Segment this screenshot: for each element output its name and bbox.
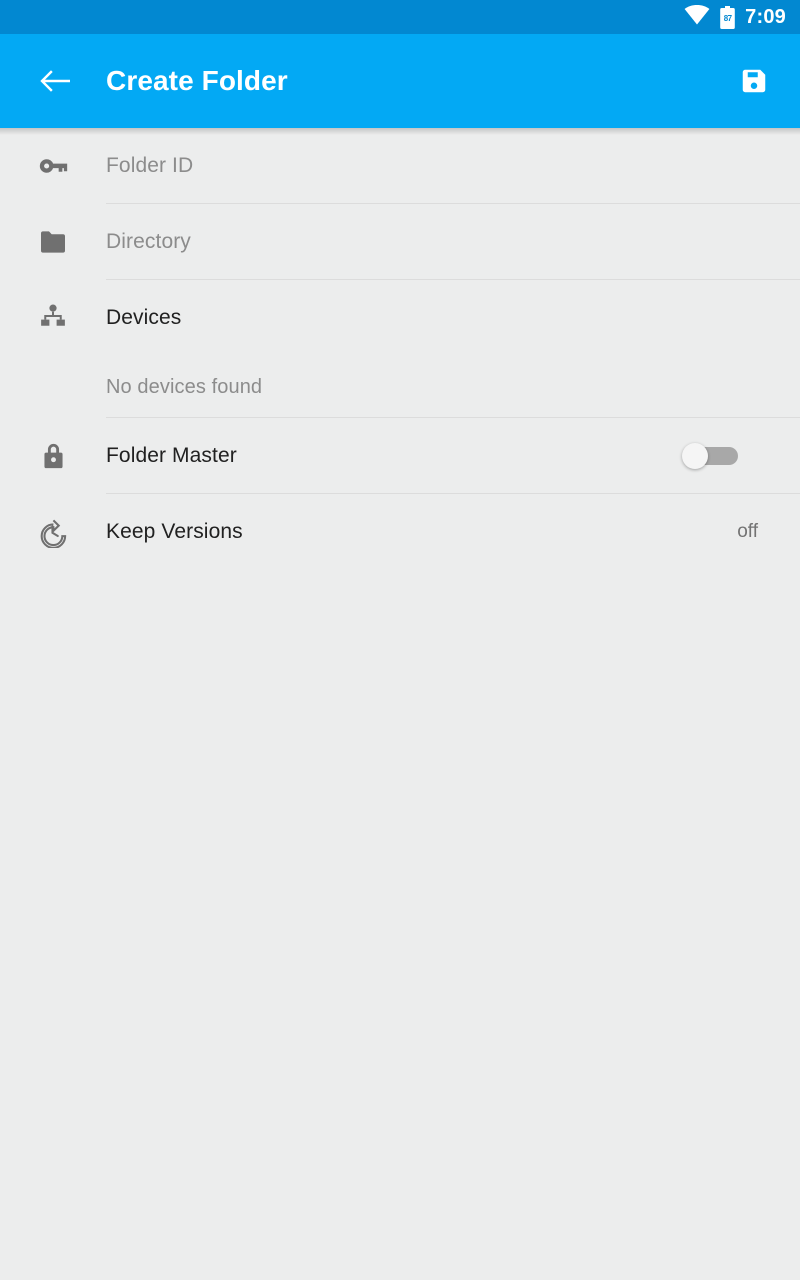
back-button[interactable] (38, 64, 72, 98)
row-keep-versions-body: Keep Versions off (106, 494, 780, 570)
devices-hub-icon (0, 280, 106, 356)
status-bar-icons: 87 7:09 (684, 4, 786, 30)
folder-id-input[interactable]: Folder ID (106, 154, 193, 178)
row-directory-body: Directory (106, 204, 780, 280)
folder-master-toggle[interactable] (682, 443, 738, 469)
keep-versions-label: Keep Versions (106, 520, 243, 543)
history-icon (0, 494, 106, 570)
row-devices-body: Devices (106, 280, 780, 356)
form-content: Folder ID Directory Devices No devices f… (0, 128, 800, 570)
row-folder-master[interactable]: Folder Master (0, 418, 800, 494)
row-folder-id[interactable]: Folder ID (0, 128, 800, 204)
save-icon (742, 69, 766, 93)
battery-level-text: 87 (723, 14, 732, 23)
row-keep-versions[interactable]: Keep Versions off (0, 494, 800, 570)
app-bar: Create Folder (0, 34, 800, 135)
back-arrow-icon (40, 70, 70, 92)
status-bar: 87 7:09 (0, 0, 800, 34)
row-directory[interactable]: Directory (0, 204, 800, 280)
wifi-icon (684, 4, 710, 30)
folder-master-label: Folder Master (106, 444, 237, 467)
devices-empty-state: No devices found (0, 356, 800, 418)
key-icon (0, 128, 106, 204)
lock-icon (0, 418, 106, 494)
battery-icon: 87 (719, 5, 736, 29)
row-devices[interactable]: Devices (0, 280, 800, 356)
directory-input[interactable]: Directory (106, 230, 191, 254)
page-title: Create Folder (106, 65, 288, 96)
status-bar-clock: 7:09 (745, 6, 786, 28)
row-folder-master-body: Folder Master (106, 418, 780, 494)
keep-versions-value: off (737, 521, 758, 542)
devices-label: Devices (106, 306, 182, 329)
toggle-thumb (682, 443, 708, 469)
row-folder-id-body: Folder ID (106, 128, 780, 204)
folder-icon (0, 204, 106, 280)
devices-empty-text: No devices found (106, 375, 263, 398)
save-button[interactable] (736, 63, 772, 99)
